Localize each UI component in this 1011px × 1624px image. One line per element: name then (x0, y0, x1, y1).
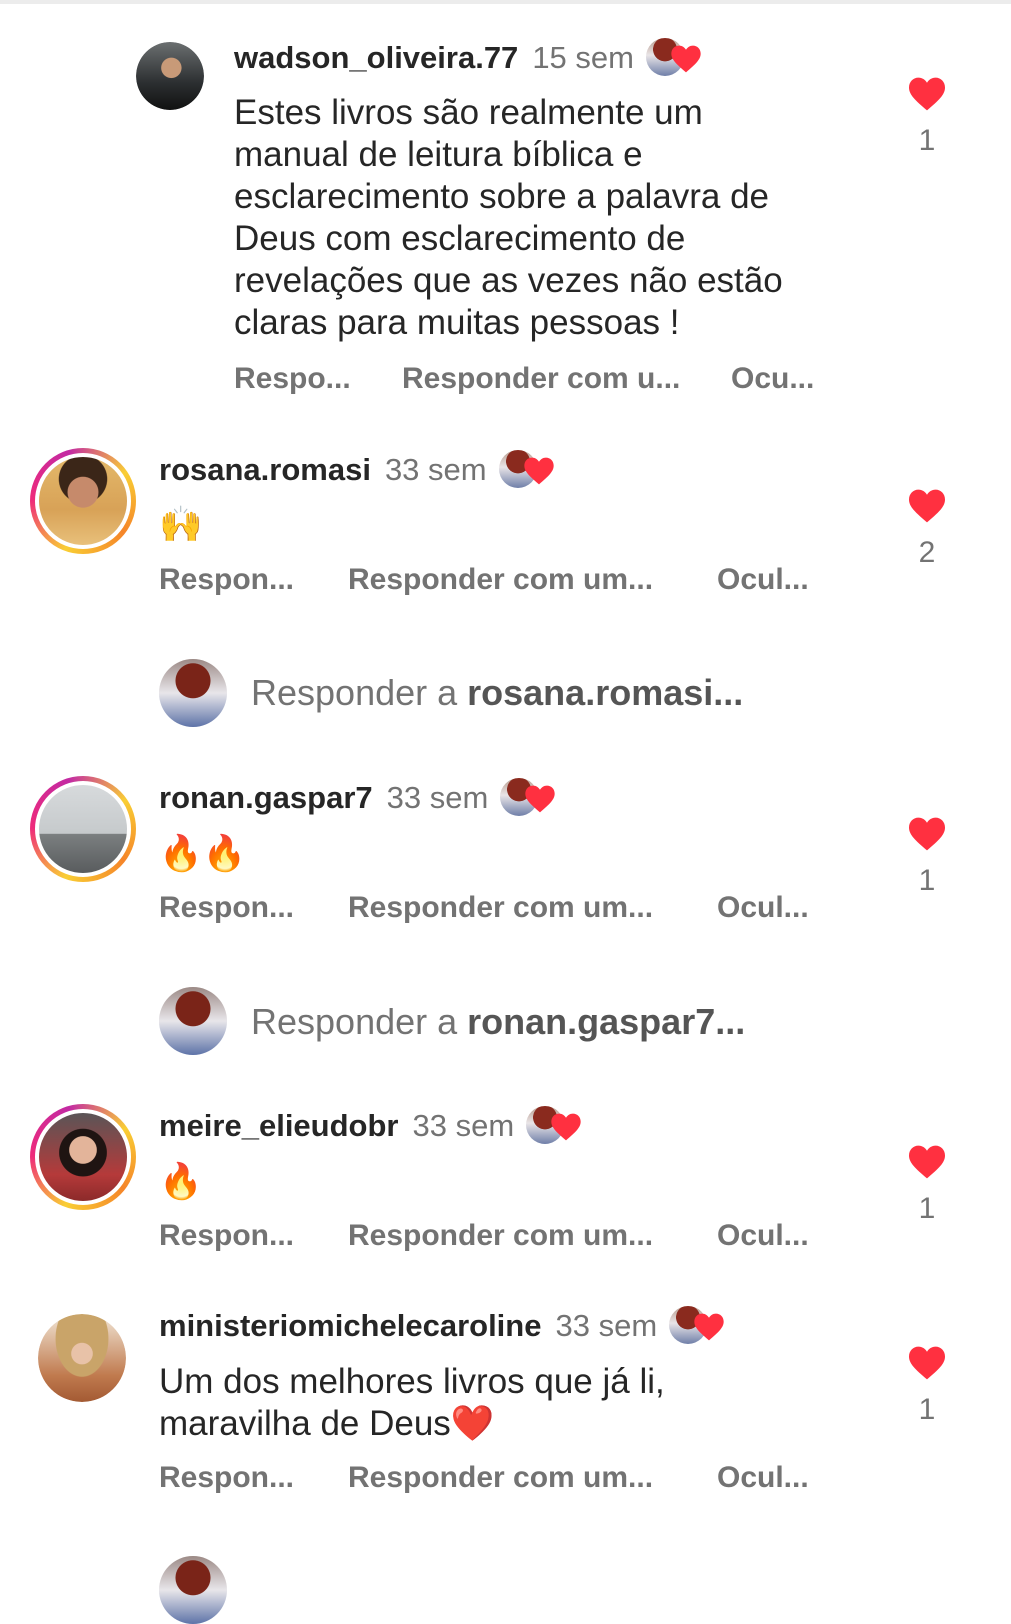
reply-button[interactable]: Respon... (159, 1219, 294, 1253)
current-user-avatar (159, 659, 227, 727)
username[interactable]: rosana.romasi (159, 452, 371, 488)
raising-hands-emoji: 🙌 (159, 505, 203, 544)
hide-button[interactable]: Ocul... (717, 891, 809, 925)
current-user-avatar (159, 1556, 227, 1624)
creator-liked-heart-icon (526, 1106, 582, 1146)
heart-icon (909, 77, 945, 111)
comment-actions: Respon... Responder com um... Ocul... (159, 563, 819, 603)
comment-header: meire_elieudobr 33 sem (159, 1106, 582, 1146)
comment-actions: Respon... Responder com um... Ocul... (159, 1219, 819, 1259)
avatar[interactable] (136, 42, 204, 110)
mini-heart-icon (694, 1313, 724, 1341)
comment-text-line: manual de leitura bíblica e (234, 135, 643, 174)
mini-heart-icon (671, 45, 701, 73)
avatar-photo (35, 1109, 131, 1205)
reply-with-button[interactable]: Responder com um... (348, 891, 653, 925)
username[interactable]: meire_elieudobr (159, 1108, 398, 1144)
comment-text-line: esclarecimento sobre a palavra de (234, 177, 770, 216)
mini-heart-icon (523, 457, 554, 485)
timestamp: 33 sem (386, 780, 489, 815)
comment-header: ministeriomichelecaroline 33 sem (159, 1306, 725, 1346)
like-count: 1 (918, 864, 936, 897)
reply-button[interactable]: Respon... (159, 891, 294, 925)
username[interactable]: ministeriomichelecaroline (159, 1308, 541, 1344)
avatar[interactable] (30, 1104, 136, 1210)
reply-with-button[interactable]: Responder com u... (402, 362, 680, 396)
reply-input-prompt[interactable]: Responder a rosana.romasi... (251, 672, 743, 714)
like-button[interactable]: 1 (897, 1345, 957, 1427)
heart-icon (909, 1346, 945, 1380)
top-divider (0, 0, 1011, 4)
avatar-photo (35, 453, 131, 549)
comment-text: 🔥🔥 (159, 833, 246, 875)
avatar-photo (35, 781, 131, 877)
mini-heart-icon (551, 1113, 581, 1141)
comment-header: rosana.romasi 33 sem (159, 450, 555, 490)
creator-liked-heart-icon (498, 450, 555, 490)
comment-header: ronan.gaspar7 33 sem (159, 778, 556, 818)
heart-icon (909, 489, 945, 523)
comment-text: 🔥 (159, 1161, 203, 1203)
creator-liked-heart-icon (645, 38, 702, 78)
comment-actions: Respo... Responder com u... Ocu... (234, 362, 854, 402)
reply-button[interactable]: Respon... (159, 563, 294, 597)
reply-input-prompt[interactable]: Responder a ronan.gaspar7... (251, 1001, 745, 1043)
username[interactable]: ronan.gaspar7 (159, 780, 373, 816)
hide-button[interactable]: Ocul... (717, 563, 809, 597)
timestamp: 15 sem (532, 40, 634, 75)
hide-button[interactable]: Ocul... (717, 1219, 809, 1253)
fire-emoji: 🔥🔥 (159, 834, 247, 873)
timestamp: 33 sem (412, 1108, 515, 1143)
comment-text-line: Deus com esclarecimento de (234, 219, 686, 258)
comment-text-line: Um dos melhores livros que já li, (159, 1362, 665, 1401)
creator-liked-heart-icon (500, 778, 556, 818)
hide-button[interactable]: Ocul... (717, 1461, 809, 1495)
comment-text: 🙌 (159, 504, 203, 546)
like-count: 1 (918, 1393, 936, 1426)
like-button[interactable]: 1 (897, 816, 957, 898)
reply-prompt-username: rosana.romasi... (467, 672, 744, 713)
reply-with-button[interactable]: Responder com um... (348, 1461, 653, 1495)
reply-with-button[interactable]: Responder com um... (348, 563, 653, 597)
creator-liked-heart-icon (669, 1306, 725, 1346)
timestamp: 33 sem (384, 452, 487, 487)
avatar[interactable] (30, 448, 136, 554)
comment-header: wadson_oliveira.77 15 sem (234, 38, 702, 78)
current-user-avatar (159, 987, 227, 1055)
like-button[interactable]: 1 (897, 76, 957, 158)
comment-actions: Respon... Responder com um... Ocul... (159, 891, 819, 931)
avatar[interactable] (38, 1314, 126, 1402)
like-button[interactable]: 1 (897, 1144, 957, 1226)
comment-text-line: maravilha de Deus❤️ (159, 1404, 495, 1443)
comment-text-line: claras para muitas pessoas ! (234, 303, 680, 342)
like-count: 1 (918, 124, 936, 157)
mini-heart-icon (525, 785, 555, 813)
hide-button[interactable]: Ocu... (731, 362, 814, 396)
heart-icon (909, 1145, 945, 1179)
heart-icon (909, 817, 945, 851)
comment-actions: Respon... Responder com um... Ocul... (159, 1461, 819, 1501)
comment-text: Um dos melhores livros que já li, maravi… (159, 1361, 779, 1445)
avatar-photo (136, 42, 204, 110)
avatar-photo (38, 1314, 126, 1402)
comment-text-line: Estes livros são realmente um (234, 93, 703, 132)
timestamp: 33 sem (555, 1308, 658, 1343)
comment-text: Estes livros são realmente um manual de … (234, 92, 854, 344)
avatar[interactable] (30, 776, 136, 882)
username[interactable]: wadson_oliveira.77 (234, 40, 518, 76)
reply-with-button[interactable]: Responder com um... (348, 1219, 653, 1253)
like-button[interactable]: 2 (897, 488, 957, 570)
fire-emoji: 🔥 (159, 1162, 203, 1201)
reply-prompt-username: ronan.gaspar7... (467, 1001, 746, 1042)
reply-prompt-prefix: Responder a (251, 1001, 468, 1042)
reply-prompt-prefix: Responder a (251, 672, 468, 713)
comment-text-line: revelações que as vezes não estão (234, 261, 783, 300)
like-count: 1 (918, 1192, 936, 1225)
like-count: 2 (918, 536, 936, 569)
reply-button[interactable]: Respon... (159, 1461, 294, 1495)
reply-button[interactable]: Respo... (234, 362, 351, 396)
